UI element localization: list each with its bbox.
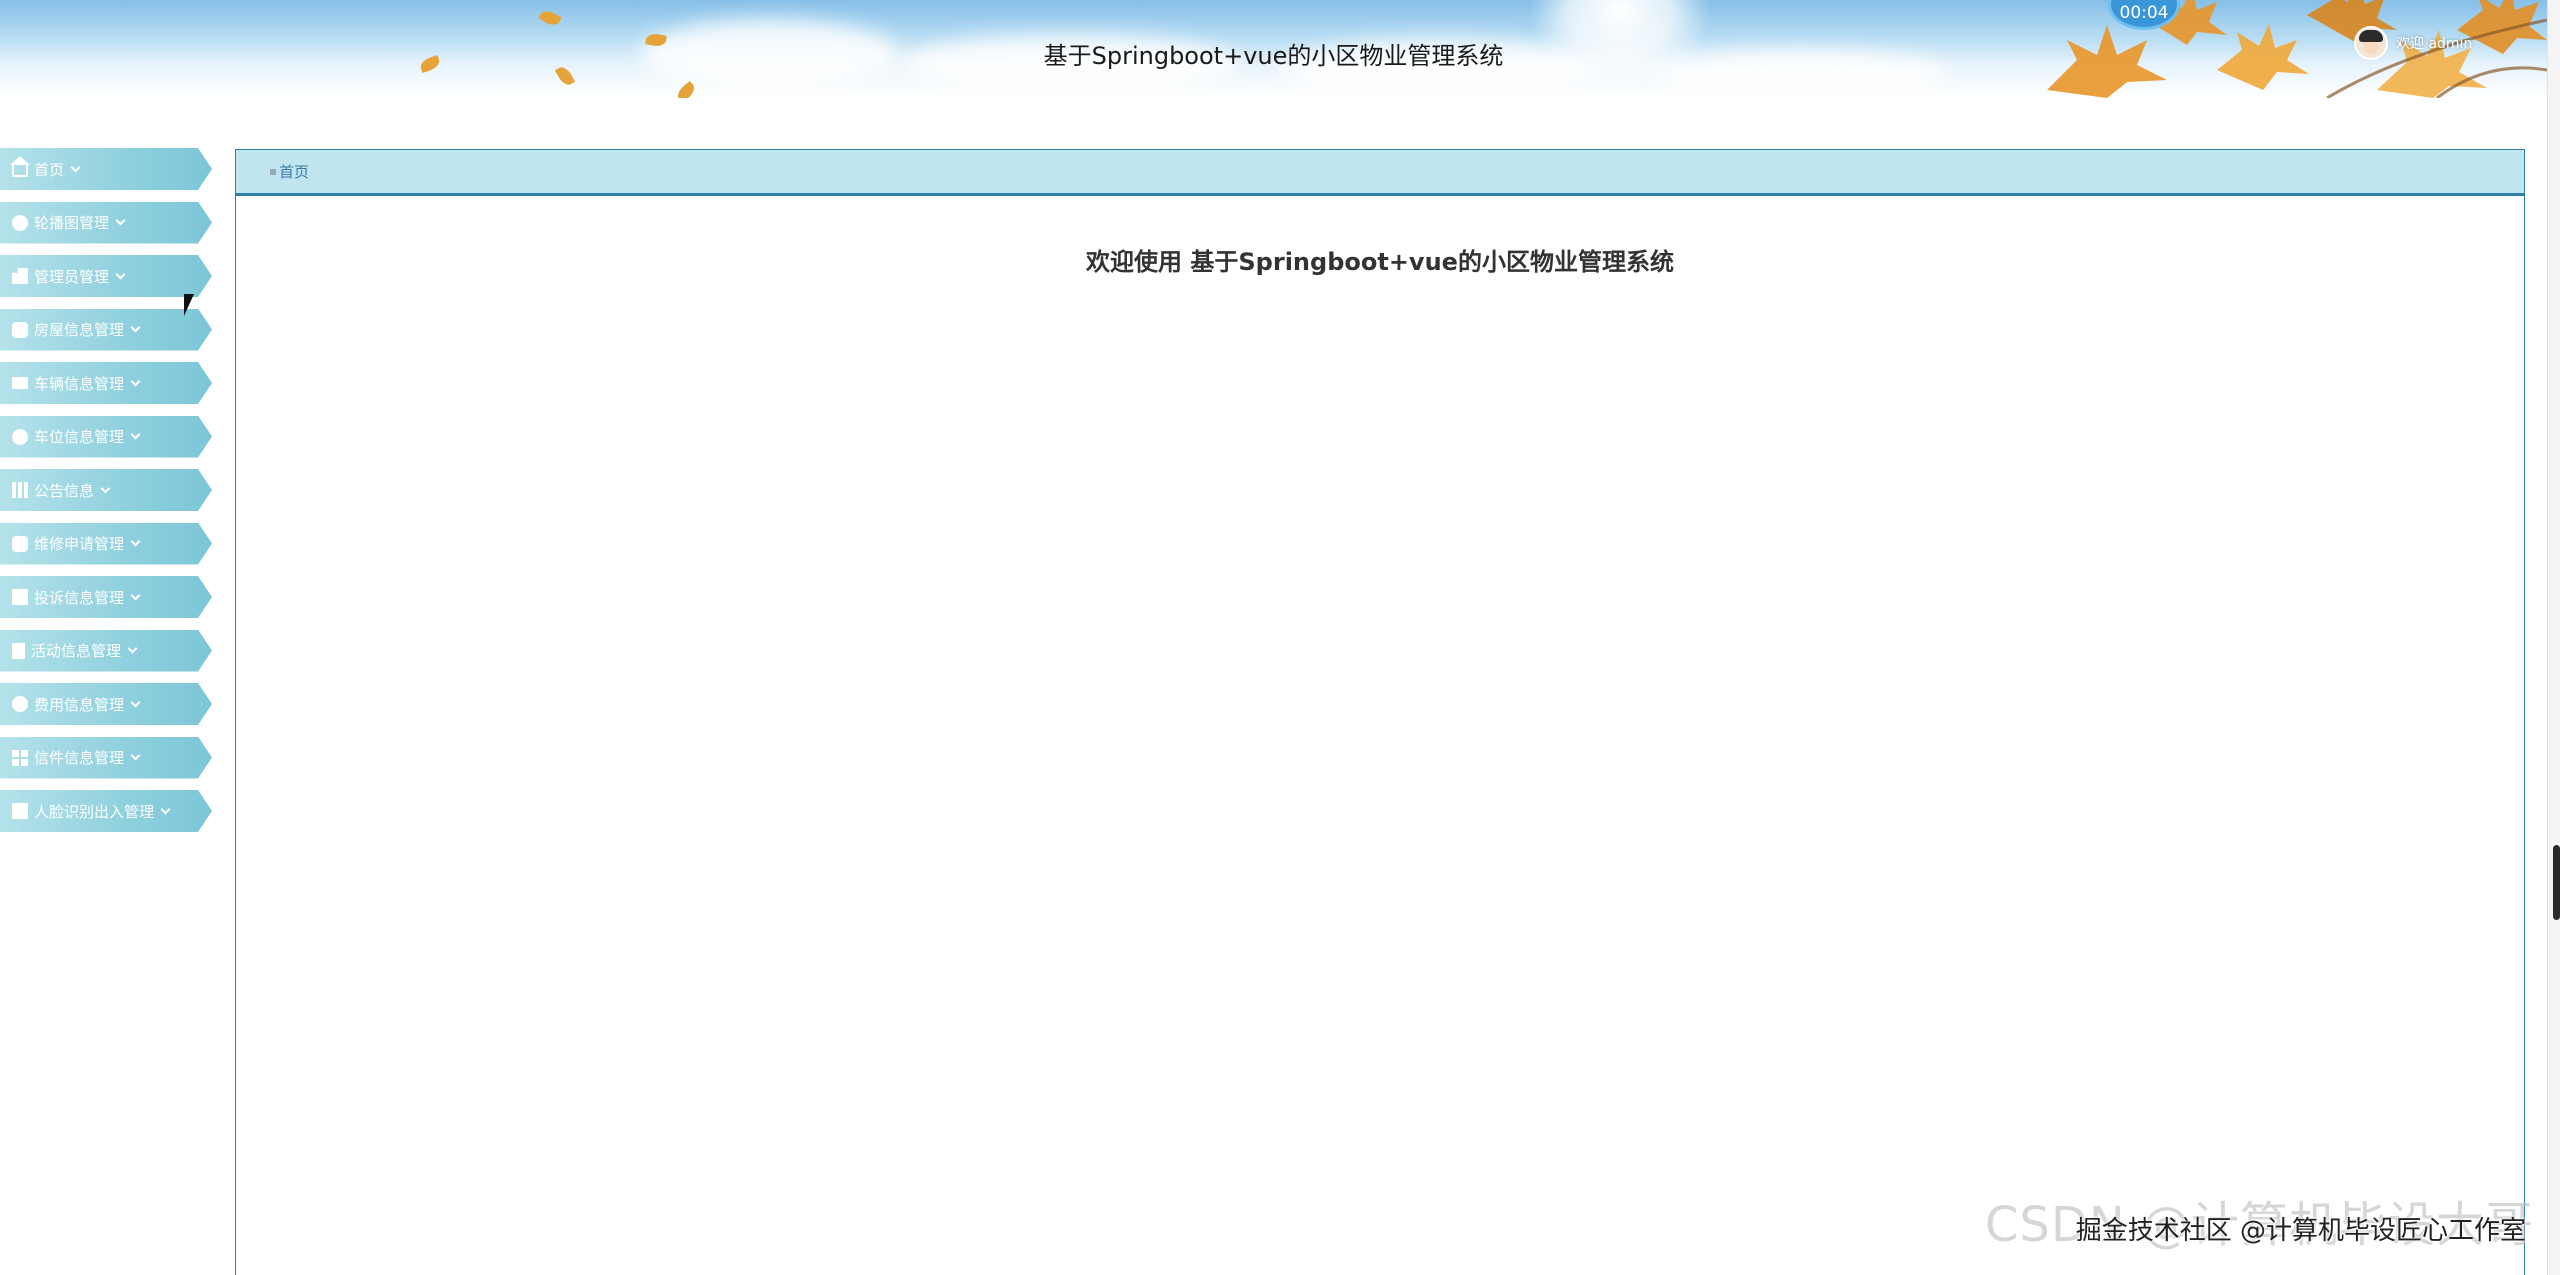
sidebar-item-label: 维修申请管理 bbox=[34, 535, 125, 553]
chevron-down-icon bbox=[130, 429, 141, 440]
sidebar-item-letter[interactable]: 信件信息管理 bbox=[0, 736, 212, 779]
shop-icon bbox=[12, 535, 28, 552]
scrollbar-thumb[interactable] bbox=[2553, 845, 2560, 920]
header-banner: 基于Springboot+vue的小区物业管理系统 00:04 欢迎 admin bbox=[0, 0, 2547, 98]
breadcrumb-separator-icon bbox=[270, 168, 276, 175]
document-icon bbox=[12, 642, 25, 659]
card-icon bbox=[12, 377, 28, 389]
avatar-hair bbox=[2359, 30, 2383, 42]
sidebar-item-carousel[interactable]: 轮播图管理 bbox=[0, 201, 212, 244]
circle-icon bbox=[12, 428, 28, 445]
sidebar: 首页 轮播图管理 管理员管理 房屋信息管理 车辆信息管理 车位信息管理 公告信息… bbox=[0, 148, 215, 844]
sidebar-item-house[interactable]: 房屋信息管理 bbox=[0, 308, 212, 351]
main-content: 首页 欢迎使用 基于Springboot+vue的小区物业管理系统 bbox=[235, 149, 2525, 1275]
chevron-down-icon bbox=[130, 376, 141, 386]
grid-icon bbox=[12, 749, 28, 766]
sidebar-item-label: 人脸识别出入管理 bbox=[34, 802, 155, 821]
avatar[interactable] bbox=[2354, 26, 2388, 60]
sidebar-item-label: 活动信息管理 bbox=[31, 642, 122, 660]
sidebar-item-complaint[interactable]: 投诉信息管理 bbox=[0, 576, 212, 618]
breadcrumb-item-home[interactable]: 首页 bbox=[279, 161, 309, 182]
chevron-down-icon bbox=[115, 269, 126, 279]
chevron-down-icon bbox=[160, 804, 171, 814]
breadcrumb: 首页 bbox=[236, 150, 2524, 196]
sidebar-item-label: 房屋信息管理 bbox=[34, 321, 125, 339]
chevron-down-icon bbox=[130, 536, 141, 547]
sidebar-item-label: 车位信息管理 bbox=[34, 428, 125, 446]
sidebar-item-vehicle[interactable]: 车辆信息管理 bbox=[0, 362, 212, 404]
sidebar-item-parking[interactable]: 车位信息管理 bbox=[0, 415, 212, 458]
sidebar-item-label: 管理员管理 bbox=[34, 267, 110, 286]
sidebar-item-label: 车辆信息管理 bbox=[34, 374, 125, 393]
watermark-overlay: 掘金技术社区 @计算机毕设匠心工作室 bbox=[2075, 1216, 2526, 1246]
database-icon bbox=[12, 321, 28, 338]
sidebar-item-notice[interactable]: 公告信息 bbox=[0, 469, 212, 511]
sidebar-item-fee[interactable]: 费用信息管理 bbox=[0, 683, 212, 725]
leaf-decoration bbox=[538, 7, 562, 29]
chevron-down-icon bbox=[127, 643, 138, 654]
home-icon bbox=[10, 156, 30, 177]
sidebar-item-face-access[interactable]: 人脸识别出入管理 bbox=[0, 790, 212, 832]
circle-icon bbox=[12, 214, 28, 231]
welcome-user-text[interactable]: 欢迎 admin bbox=[2396, 33, 2472, 53]
chevron-down-icon bbox=[70, 162, 81, 172]
sidebar-item-home[interactable]: 首页 bbox=[0, 148, 212, 190]
columns-icon bbox=[12, 482, 28, 498]
chevron-down-icon bbox=[130, 750, 141, 761]
sidebar-item-label: 首页 bbox=[34, 160, 65, 179]
sidebar-item-label: 费用信息管理 bbox=[34, 695, 125, 714]
sidebar-item-label: 投诉信息管理 bbox=[34, 588, 125, 607]
chevron-down-icon bbox=[130, 697, 141, 707]
sidebar-item-activity[interactable]: 活动信息管理 bbox=[0, 629, 212, 672]
coin-icon bbox=[12, 696, 28, 712]
chevron-down-icon bbox=[130, 590, 141, 600]
sidebar-item-admin[interactable]: 管理员管理 bbox=[0, 255, 212, 297]
table-icon bbox=[12, 803, 28, 819]
scrollbar-track[interactable] bbox=[2547, 0, 2560, 1275]
page-title: 基于Springboot+vue的小区物业管理系统 bbox=[1043, 42, 1504, 70]
sidebar-item-label: 信件信息管理 bbox=[34, 749, 125, 767]
chevron-down-icon bbox=[130, 322, 141, 333]
mouse-cursor-icon bbox=[184, 294, 198, 316]
building-icon bbox=[12, 268, 28, 284]
welcome-heading: 欢迎使用 基于Springboot+vue的小区物业管理系统 bbox=[1086, 248, 1674, 276]
message-icon bbox=[12, 589, 28, 605]
user-area[interactable]: 欢迎 admin bbox=[2354, 26, 2472, 60]
chevron-down-icon bbox=[115, 215, 126, 226]
sidebar-item-label: 轮播图管理 bbox=[34, 214, 110, 232]
chevron-down-icon bbox=[100, 483, 111, 493]
sidebar-item-repair[interactable]: 维修申请管理 bbox=[0, 522, 212, 565]
sidebar-item-label: 公告信息 bbox=[34, 481, 95, 500]
